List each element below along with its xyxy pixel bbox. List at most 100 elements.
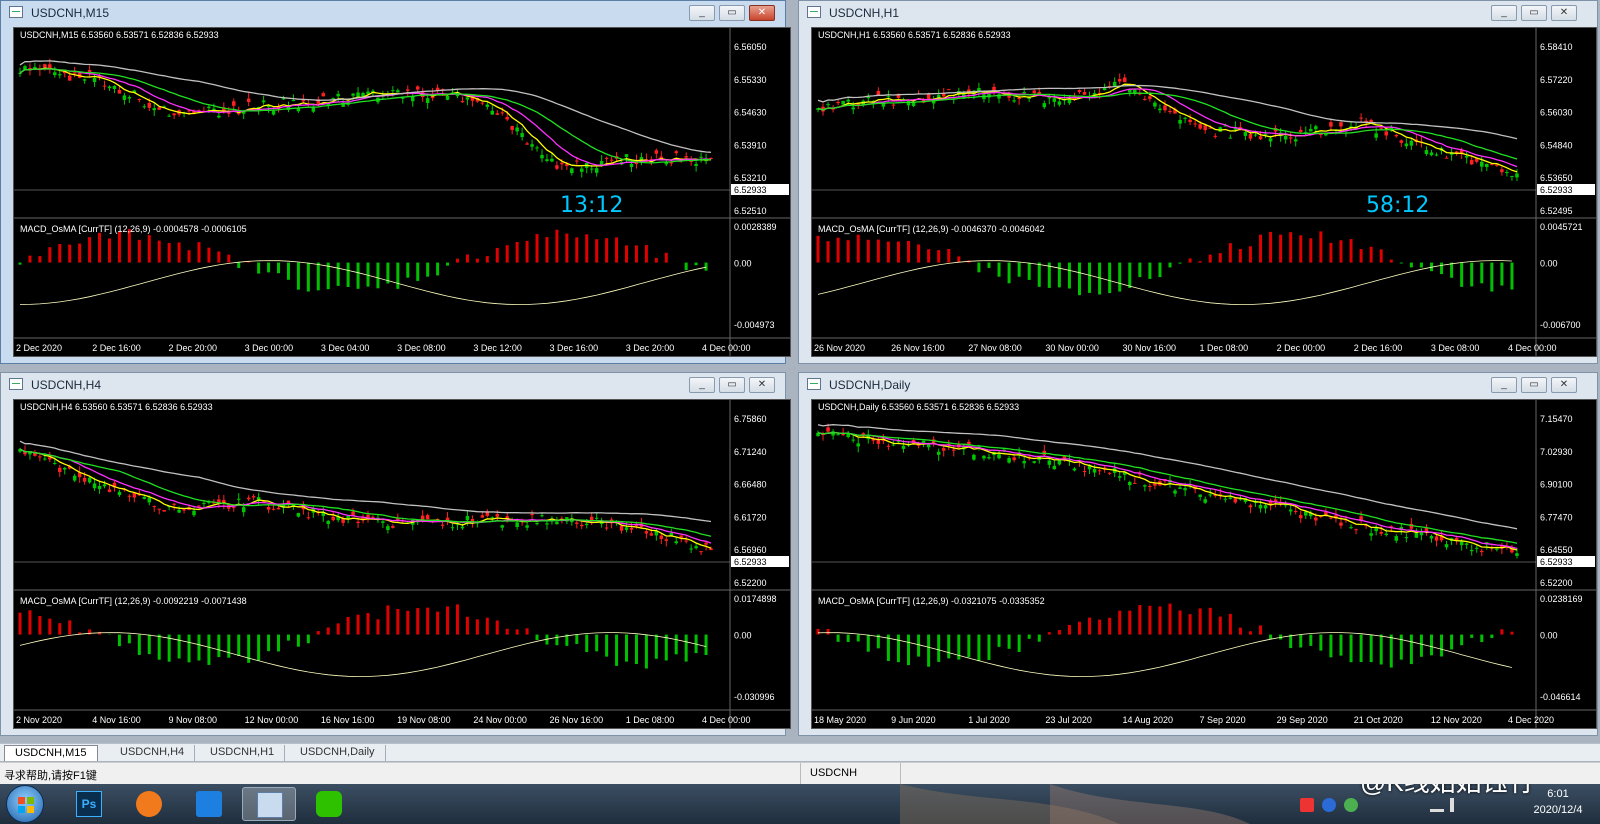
candle-body [1424,150,1429,154]
candle-body [1464,543,1469,545]
macd-histogram-bar [485,617,489,635]
macd-histogram-bar [1138,605,1142,635]
moving-average-line [19,68,712,166]
taskbar-photoshop[interactable]: Ps [62,787,116,821]
tab-usdcnh-h4[interactable]: USDCNH,H4 [110,745,196,761]
macd-histogram-bar [406,610,410,635]
price-tick: 6.52510 [734,206,767,216]
macd-histogram-bar [68,620,72,635]
moving-average-line [19,60,712,153]
close-button[interactable]: ✕ [1551,377,1577,393]
macd-histogram-bar [1369,246,1373,263]
price-tick: 6.53910 [734,140,767,150]
macd-histogram-bar [346,616,350,635]
chart-window-h4[interactable]: USDCNH,H4 _ ▭ ✕ 6.75860 6.71240 6.66480 6.6… [0,372,791,736]
candle-body [232,101,236,106]
candle-body [241,507,246,513]
macd-scale-tick: -0.030996 [734,692,775,702]
candle-body [1469,159,1474,165]
network-icon[interactable] [1430,798,1444,812]
current-price-label: 6.52933 [734,557,767,567]
time-tick: 9 Nov 08:00 [168,715,217,725]
price-chart[interactable]: 6.75860 6.71240 6.66480 6.61720 6.56960 6.522… [13,399,791,729]
macd-histogram-bar [237,262,241,269]
window-titlebar[interactable]: USDCNH,Daily _ ▭ ✕ [799,373,1597,397]
candle-body [952,449,956,451]
macd-histogram-bar [1218,253,1222,263]
security-icon[interactable] [1344,798,1358,812]
tab-usdcnh-m15[interactable]: USDCNH,M15 [4,745,98,761]
macd-histogram-bar [257,634,261,661]
macd-signal-line [817,260,1512,305]
candle-body [540,154,544,159]
candle-body [1293,139,1298,142]
taskbar-metatrader[interactable] [242,787,296,821]
candle-body [172,113,176,116]
macd-histogram-bar [1208,254,1212,263]
candle-body [43,458,47,460]
price-tick: 6.56050 [734,42,767,52]
taskbar-app-fox[interactable] [122,787,176,821]
candle-body [594,517,599,519]
maximize-button[interactable]: ▭ [1521,377,1547,393]
candle-body [1490,164,1494,166]
candle-body [505,116,509,120]
macd-histogram-bar [157,634,161,660]
candle-body [1057,101,1062,105]
window-titlebar[interactable]: USDCNH,M15 _ ▭ ✕ [1,1,785,25]
chart-window-m15[interactable]: USDCNH,M15 _ ▭ ✕ 6.56050 6.55330 6.54630 6.… [0,0,791,364]
tab-usdcnh-h1[interactable]: USDCNH,H1 [200,745,286,761]
taskbar-wechat[interactable] [302,787,356,821]
window-titlebar[interactable]: USDCNH,H1 _ ▭ ✕ [799,1,1597,25]
candle-body [886,445,891,447]
candle-body [485,104,490,107]
macd-histogram-bar [585,234,589,263]
macd-histogram-bar [58,244,62,263]
macd-histogram-bar [1057,630,1061,635]
candle-body [1399,140,1404,143]
time-tick: 12 Nov 00:00 [245,715,299,725]
maximize-button[interactable]: ▭ [1521,5,1547,21]
maximize-button[interactable]: ▭ [719,5,745,21]
maximize-button[interactable]: ▭ [719,377,745,393]
candle-body [545,159,549,161]
clock[interactable]: 6:01 2020/12/4 [1520,786,1596,818]
candle-body [301,99,306,102]
price-chart[interactable]: 7.15470 7.02930 6.90100 6.77470 6.64550 6.522… [811,399,1597,729]
candle-body [1163,105,1167,111]
candle-body [72,475,77,481]
start-button[interactable] [6,785,44,823]
sogou-icon[interactable] [1300,798,1314,812]
minimize-button[interactable]: _ [1491,5,1517,21]
macd-histogram-bar [336,262,340,286]
macd-histogram-bar [1309,634,1313,646]
candle-body [142,106,147,108]
macd-histogram-bar [1158,606,1162,635]
chart-window-h1[interactable]: USDCNH,H1 _ ▭ ✕ 6.58410 6.57220 6.56030 6.5… [798,0,1598,364]
candle-body [1148,96,1152,99]
volume-icon[interactable] [1450,798,1464,812]
candle-body [460,100,465,103]
macd-info: MACD_OsMA [CurrTF] (12,26,9) -0.0004578 … [20,224,247,234]
macd-histogram-bar [495,247,499,263]
price-chart[interactable]: 6.58410 6.57220 6.56030 6.54840 6.53650 6.524… [811,27,1597,357]
help-icon[interactable] [1322,798,1336,812]
candle-body [1510,175,1514,177]
price-chart[interactable]: 6.56050 6.55330 6.54630 6.53910 6.53210 6.525… [13,27,791,357]
macd-histogram-bar [88,237,92,263]
window-title: USDCNH,M15 [31,6,110,20]
candle-body [1379,532,1383,534]
minimize-button[interactable]: _ [689,5,715,21]
minimize-button[interactable]: _ [1491,377,1517,393]
minimize-button[interactable]: _ [689,377,715,393]
tab-usdcnh-daily[interactable]: USDCNH,Daily [290,745,386,761]
window-titlebar[interactable]: USDCNH,H4 _ ▭ ✕ [1,373,785,397]
close-button[interactable]: ✕ [1551,5,1577,21]
candle-body [202,502,206,504]
macd-histogram-bar [217,634,221,658]
close-button[interactable]: ✕ [749,377,775,393]
close-button[interactable]: ✕ [749,5,775,21]
chart-window-daily[interactable]: USDCNH,Daily _ ▭ ✕ 7.15470 7.02930 6.90100… [798,372,1598,736]
time-tick: 4 Dec 00:00 [1508,343,1557,353]
taskbar-app-mountain[interactable] [182,787,236,821]
